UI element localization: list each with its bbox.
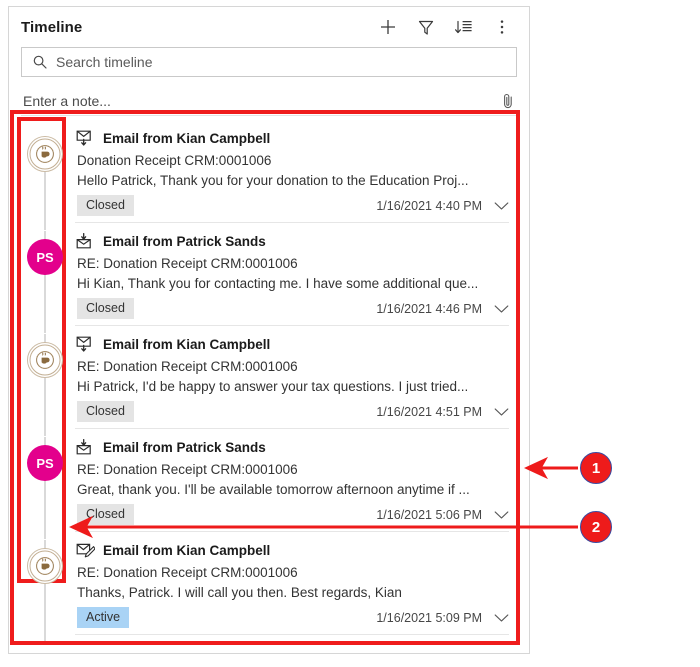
avatar[interactable]: PS xyxy=(27,239,63,275)
timeline-rail xyxy=(15,334,75,436)
page-title: Timeline xyxy=(21,18,83,36)
chevron-down-icon[interactable] xyxy=(493,200,509,212)
more-commands-icon[interactable] xyxy=(491,16,513,38)
timeline-record-preview: Thanks, Patrick. I will call you then. B… xyxy=(77,585,402,600)
email-incoming-icon xyxy=(75,439,95,455)
timeline-record-meta: 1/16/2021 4:51 PM xyxy=(376,405,509,419)
timeline-record-footer: Closed 1/16/2021 4:51 PM xyxy=(75,401,509,422)
timeline-screenshot: Timeline Search timeline Enter a note...… xyxy=(0,0,700,667)
timestamp: 1/16/2021 5:06 PM xyxy=(376,507,482,522)
status-badge: Active xyxy=(77,607,130,628)
avatar[interactable] xyxy=(27,548,63,584)
avatar[interactable] xyxy=(27,136,63,172)
timeline-rail: PS xyxy=(15,231,75,333)
timeline-record-preview: Hi Kian, Thank you for contacting me. I … xyxy=(77,276,479,291)
timeline-record[interactable]: Email from Kian Campbell RE: Donation Rec… xyxy=(15,532,523,642)
timeline-record-preview: Hello Patrick, Thank you for your donati… xyxy=(77,173,469,188)
note-row[interactable] xyxy=(21,87,517,116)
timeline-record-subject: RE: Donation Receipt CRM:0001006 xyxy=(77,565,298,580)
timeline-record-title[interactable]: Email from Kian Campbell xyxy=(103,131,270,146)
timestamp: 1/16/2021 5:09 PM xyxy=(376,610,482,625)
record-divider xyxy=(75,634,509,635)
chevron-down-icon[interactable] xyxy=(493,509,509,521)
timeline-record-header: Email from Patrick Sands xyxy=(75,231,509,251)
status-badge: Closed xyxy=(77,195,134,216)
timeline-record-meta: 1/16/2021 4:40 PM xyxy=(376,199,509,213)
timeline-records-list[interactable]: Email from Kian Campbell Donation Receipt… xyxy=(15,120,523,648)
email-draft-icon xyxy=(75,542,95,558)
callout-marker-2: 2 xyxy=(580,511,612,543)
timeline-record-title[interactable]: Email from Kian Campbell xyxy=(103,337,270,352)
timeline-record-header: Email from Kian Campbell xyxy=(75,334,509,354)
timeline-record-footer: Closed 1/16/2021 5:06 PM xyxy=(75,504,509,525)
note-input[interactable] xyxy=(21,92,499,110)
timeline-record-preview: Great, thank you. I'll be available tomo… xyxy=(77,482,470,497)
timeline-record-body: Email from Kian Campbell Donation Receipt… xyxy=(75,128,523,222)
chevron-down-icon[interactable] xyxy=(493,406,509,418)
timeline-record-header: Email from Patrick Sands xyxy=(75,437,509,457)
timeline-record-footer: Closed 1/16/2021 4:46 PM xyxy=(75,298,509,319)
timeline-record-meta: 1/16/2021 4:46 PM xyxy=(376,302,509,316)
status-badge: Closed xyxy=(77,401,134,422)
timeline-record-body: Email from Kian Campbell RE: Donation Rec… xyxy=(75,540,523,634)
timestamp: 1/16/2021 4:51 PM xyxy=(376,404,482,419)
email-outgoing-icon xyxy=(75,336,95,352)
timestamp: 1/16/2021 4:46 PM xyxy=(376,301,482,316)
timeline-record-preview: Hi Patrick, I'd be happy to answer your … xyxy=(77,379,469,394)
timeline-record-subject: Donation Receipt CRM:0001006 xyxy=(77,153,272,168)
timeline-record[interactable]: PS Email from Patrick Sands RE: Donation R… xyxy=(15,429,523,539)
add-icon[interactable] xyxy=(377,16,399,38)
timestamp: 1/16/2021 4:40 PM xyxy=(376,198,482,213)
email-outgoing-icon xyxy=(75,130,95,146)
timeline-record[interactable]: Email from Kian Campbell RE: Donation Rec… xyxy=(15,326,523,436)
status-badge: Closed xyxy=(77,504,134,525)
search-box[interactable] xyxy=(21,47,517,77)
callout-marker-1: 1 xyxy=(580,452,612,484)
timeline-record-meta: 1/16/2021 5:09 PM xyxy=(376,611,509,625)
chevron-down-icon[interactable] xyxy=(493,612,509,624)
paperclip-icon[interactable] xyxy=(499,91,517,111)
search-icon xyxy=(30,53,50,71)
email-incoming-icon xyxy=(75,233,95,249)
timeline-panel: Timeline Search timeline Enter a note...… xyxy=(8,6,530,654)
timeline-record-meta: 1/16/2021 5:06 PM xyxy=(376,508,509,522)
panel-header-actions xyxy=(377,16,519,38)
timeline-rail: PS xyxy=(15,437,75,539)
timeline-record-body: Email from Kian Campbell RE: Donation Rec… xyxy=(75,334,523,428)
timeline-rail xyxy=(15,540,75,642)
timeline-record-footer: Active 1/16/2021 5:09 PM xyxy=(75,607,509,628)
search-input[interactable] xyxy=(50,53,508,71)
timeline-record-title[interactable]: Email from Patrick Sands xyxy=(103,234,266,249)
status-badge: Closed xyxy=(77,298,134,319)
timeline-record-body: Email from Patrick Sands RE: Donation Rec… xyxy=(75,437,523,531)
timeline-record-header: Email from Kian Campbell xyxy=(75,540,509,560)
timeline-record-body: Email from Patrick Sands RE: Donation Rec… xyxy=(75,231,523,325)
timeline-record-title[interactable]: Email from Patrick Sands xyxy=(103,440,266,455)
timeline-record-title[interactable]: Email from Kian Campbell xyxy=(103,543,270,558)
avatar[interactable]: PS xyxy=(27,445,63,481)
timeline-record[interactable]: PS Email from Patrick Sands RE: Donation R… xyxy=(15,223,523,333)
timeline-record[interactable]: Email from Kian Campbell Donation Receipt… xyxy=(15,120,523,230)
timeline-record-subject: RE: Donation Receipt CRM:0001006 xyxy=(77,462,298,477)
filter-icon[interactable] xyxy=(415,16,437,38)
avatar[interactable] xyxy=(27,342,63,378)
search-area xyxy=(9,47,529,77)
timeline-record-header: Email from Kian Campbell xyxy=(75,128,509,148)
chevron-down-icon[interactable] xyxy=(493,303,509,315)
timeline-rail xyxy=(15,128,75,230)
timeline-record-subject: RE: Donation Receipt CRM:0001006 xyxy=(77,256,298,271)
timeline-record-footer: Closed 1/16/2021 4:40 PM xyxy=(75,195,509,216)
panel-header: Timeline xyxy=(9,7,529,47)
sort-icon[interactable] xyxy=(453,16,475,38)
timeline-record-subject: RE: Donation Receipt CRM:0001006 xyxy=(77,359,298,374)
